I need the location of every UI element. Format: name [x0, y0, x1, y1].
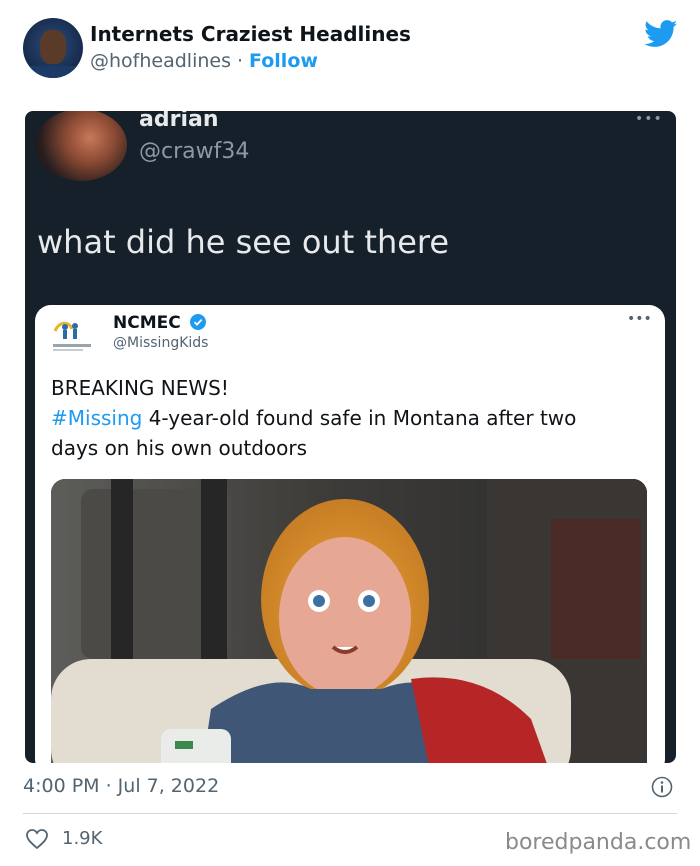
author-avatar[interactable] [23, 18, 83, 78]
screenshot-more-icon: ••• [635, 111, 663, 127]
author-display-name[interactable]: Internets Craziest Headlines [90, 22, 411, 46]
avatar-band [23, 66, 83, 78]
screenshot-image: adrian @crawf34 ••• what did he see out … [25, 111, 676, 763]
divider [23, 813, 677, 814]
quoted-tweet-card: NCMEC @MissingKids ••• BREAKING NEWS! #M… [35, 305, 665, 763]
handle-separator: · [236, 50, 244, 72]
quoted-author-handle: @MissingKids [113, 335, 209, 351]
avatar-face [40, 30, 66, 64]
heart-icon[interactable] [25, 828, 49, 850]
child-photo-illustration [51, 479, 647, 763]
quoted-photo [51, 479, 647, 763]
screenshot-author-name: adrian [139, 111, 219, 132]
quoted-hashtag: #Missing [51, 406, 143, 430]
ncmec-logo-icon [53, 321, 91, 351]
author-handle-row: @hofheadlines · Follow [90, 50, 318, 72]
quoted-line-3: days on his own outdoors [51, 436, 308, 460]
info-icon[interactable] [651, 776, 673, 798]
tweet-timestamp[interactable]: 4:00 PM · Jul 7, 2022 [23, 775, 219, 797]
quoted-line-2: #Missing 4-year-old found safe in Montan… [51, 403, 651, 433]
quoted-more-icon: ••• [627, 311, 652, 327]
watermark: boredpanda.com [505, 830, 692, 855]
verified-badge-icon [189, 314, 206, 330]
quoted-line-2-rest: 4-year-old found safe in Montana after t… [142, 406, 577, 430]
screenshot-author-handle: @crawf34 [139, 139, 250, 164]
quoted-tweet-text: BREAKING NEWS! #Missing 4-year-old found… [51, 373, 651, 463]
quoted-author-name-text: NCMEC [113, 313, 181, 333]
quoted-author-name: NCMEC [113, 313, 206, 333]
twitter-bird-icon[interactable] [644, 20, 678, 48]
screenshot-tweet-text: what did he see out there [37, 223, 450, 261]
follow-button[interactable]: Follow [249, 50, 318, 72]
tweet-header: Internets Craziest Headlines @hofheadlin… [0, 0, 700, 100]
like-count[interactable]: 1.9K [62, 828, 102, 849]
author-handle[interactable]: @hofheadlines [90, 50, 231, 72]
quoted-line-1: BREAKING NEWS! [51, 376, 229, 400]
screenshot-author-avatar [35, 111, 127, 181]
